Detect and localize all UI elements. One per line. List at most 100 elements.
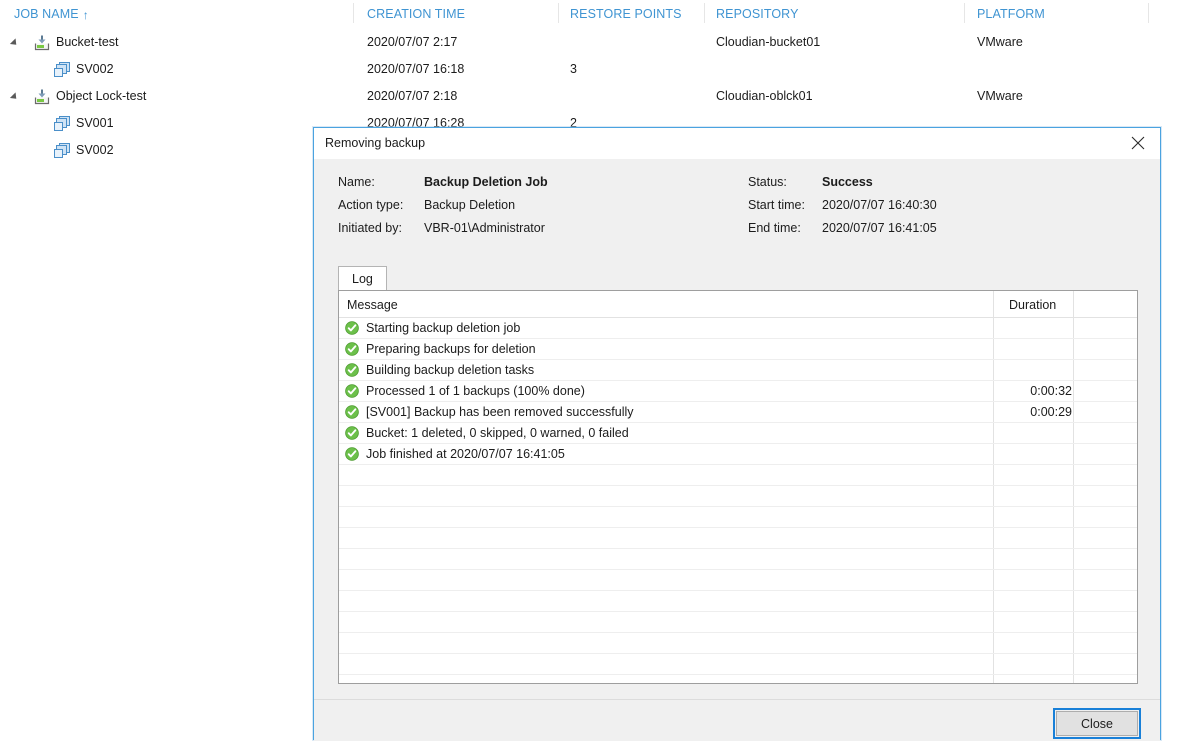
virtual-machine-icon bbox=[54, 143, 71, 159]
log-message: Building backup deletion tasks bbox=[366, 363, 535, 377]
log-row-empty bbox=[339, 654, 1137, 675]
log-row-empty bbox=[339, 633, 1137, 654]
grid-column-header-platform[interactable]: PLATFORM bbox=[977, 7, 1045, 21]
virtual-machine-icon bbox=[54, 62, 71, 78]
log-row-empty bbox=[339, 465, 1137, 486]
table-row[interactable]: Bucket-test 2020/07/07 2:17 Cloudian-bucke… bbox=[0, 30, 1178, 56]
success-check-icon bbox=[345, 363, 359, 377]
log-row-empty bbox=[339, 528, 1137, 549]
job-name-cell: Bucket-test bbox=[56, 35, 119, 49]
creation-time-cell: 2020/07/07 2:17 bbox=[367, 35, 458, 49]
status-badge: Success bbox=[822, 175, 873, 189]
grid-column-header-repository[interactable]: REPOSITORY bbox=[716, 7, 799, 21]
column-separator-3 bbox=[704, 3, 705, 23]
grid-column-header-row: JOB NAME ↑ CREATION TIME RESTORE POINTS REPO… bbox=[0, 0, 1178, 27]
restore-points-cell: 3 bbox=[570, 62, 577, 76]
backup-job-icon bbox=[33, 88, 51, 106]
summary-initiated-by-label: Initiated by: bbox=[338, 221, 402, 235]
vm-name-cell: SV001 bbox=[76, 116, 114, 130]
log-header-separator-2 bbox=[1073, 291, 1074, 318]
log-row[interactable]: Processed 1 of 1 backups (100% done) 0:00… bbox=[339, 381, 1137, 402]
sort-ascending-icon: ↑ bbox=[82, 8, 89, 22]
success-check-icon bbox=[345, 342, 359, 356]
success-check-icon bbox=[345, 426, 359, 440]
summary-initiated-by-value: VBR-01\Administrator bbox=[424, 221, 545, 235]
summary-action-type-label: Action type: bbox=[338, 198, 404, 212]
column-separator-5 bbox=[1148, 3, 1149, 23]
column-separator-1 bbox=[353, 3, 354, 23]
summary-action-type-value: Backup Deletion bbox=[424, 198, 516, 212]
job-name-cell: Object Lock-test bbox=[56, 89, 147, 103]
summary-end-time-value: 2020/07/07 16:41:05 bbox=[822, 221, 937, 235]
column-header-label: RESTORE POINTS bbox=[570, 7, 682, 21]
log-row[interactable]: Job finished at 2020/07/07 16:41:05 bbox=[339, 444, 1137, 465]
log-table: Message Duration Starting backup deletio… bbox=[338, 290, 1138, 684]
job-summary: Name: Backup Deletion Job Action type: B… bbox=[314, 159, 1160, 254]
column-header-label: REPOSITORY bbox=[716, 7, 799, 21]
table-row[interactable]: Object Lock-test 2020/07/07 2:18 Cloudian-… bbox=[0, 84, 1178, 110]
summary-status-label: Status: bbox=[748, 175, 787, 189]
grid-column-header-job-name[interactable]: JOB NAME ↑ bbox=[14, 7, 89, 22]
table-row[interactable]: SV002 2020/07/07 16:18 3 bbox=[0, 57, 1178, 83]
expand-collapse-icon[interactable] bbox=[9, 38, 20, 48]
repository-cell: Cloudian-bucket01 bbox=[716, 35, 821, 49]
footer-divider bbox=[314, 699, 1160, 700]
creation-time-cell: 2020/07/07 16:18 bbox=[367, 62, 465, 76]
summary-end-time-label: End time: bbox=[748, 221, 801, 235]
dialog-title: Removing backup bbox=[325, 136, 426, 150]
success-check-icon bbox=[345, 405, 359, 419]
column-header-label: JOB NAME bbox=[14, 7, 79, 21]
log-header-separator-1 bbox=[993, 291, 994, 318]
log-row-empty bbox=[339, 507, 1137, 528]
log-row-empty bbox=[339, 591, 1137, 612]
log-message: Processed 1 of 1 backups (100% done) bbox=[366, 384, 585, 398]
log-message: [SV001] Backup has been removed successf… bbox=[366, 405, 634, 419]
log-duration: 0:00:29 bbox=[1030, 405, 1072, 419]
log-row-container: Starting backup deletion job Preparing ba… bbox=[339, 318, 1137, 675]
log-column-duration[interactable]: Duration bbox=[1009, 298, 1056, 312]
dialog-titlebar: Removing backup bbox=[314, 128, 1160, 159]
grid-column-header-restore-points[interactable]: RESTORE POINTS bbox=[570, 7, 682, 21]
success-check-icon bbox=[345, 384, 359, 398]
log-row[interactable]: Preparing backups for deletion bbox=[339, 339, 1137, 360]
backup-job-icon bbox=[33, 34, 51, 52]
platform-cell: VMware bbox=[977, 35, 1023, 49]
vm-name-cell: SV002 bbox=[76, 143, 114, 157]
expand-collapse-icon[interactable] bbox=[9, 92, 20, 102]
log-message: Preparing backups for deletion bbox=[366, 342, 536, 356]
summary-name-label: Name: bbox=[338, 175, 375, 189]
vm-name-cell: SV002 bbox=[76, 62, 114, 76]
summary-name-value: Backup Deletion Job bbox=[424, 175, 548, 189]
removing-backup-dialog: Removing backup Name: Backup Deletion Jo… bbox=[313, 127, 1161, 741]
platform-cell: VMware bbox=[977, 89, 1023, 103]
log-row-empty bbox=[339, 549, 1137, 570]
log-message: Starting backup deletion job bbox=[366, 321, 521, 335]
log-row-empty bbox=[339, 612, 1137, 633]
column-header-label: CREATION TIME bbox=[367, 7, 466, 21]
log-row[interactable]: [SV001] Backup has been removed successf… bbox=[339, 402, 1137, 423]
log-row-empty bbox=[339, 570, 1137, 591]
close-icon[interactable] bbox=[1115, 128, 1160, 158]
creation-time-cell: 2020/07/07 2:18 bbox=[367, 89, 458, 103]
tab-log[interactable]: Log bbox=[338, 266, 387, 290]
close-button[interactable]: Close bbox=[1053, 708, 1141, 739]
column-header-label: PLATFORM bbox=[977, 7, 1045, 21]
grid-column-header-creation-time[interactable]: CREATION TIME bbox=[367, 7, 465, 21]
log-table-header: Message Duration bbox=[339, 291, 1137, 318]
virtual-machine-icon bbox=[54, 116, 71, 132]
dialog-tabstrip: Log bbox=[338, 266, 1138, 290]
log-message: Job finished at 2020/07/07 16:41:05 bbox=[366, 447, 565, 461]
column-separator-4 bbox=[964, 3, 965, 23]
repository-cell: Cloudian-oblck01 bbox=[716, 89, 813, 103]
log-column-message[interactable]: Message bbox=[347, 298, 398, 312]
log-message: Bucket: 1 deleted, 0 skipped, 0 warned, … bbox=[366, 426, 629, 440]
log-row[interactable]: Starting backup deletion job bbox=[339, 318, 1137, 339]
log-duration: 0:00:32 bbox=[1030, 384, 1072, 398]
success-check-icon bbox=[345, 321, 359, 335]
column-separator-2 bbox=[558, 3, 559, 23]
summary-start-time-value: 2020/07/07 16:40:30 bbox=[822, 198, 937, 212]
log-row[interactable]: Bucket: 1 deleted, 0 skipped, 0 warned, … bbox=[339, 423, 1137, 444]
log-row[interactable]: Building backup deletion tasks bbox=[339, 360, 1137, 381]
summary-start-time-label: Start time: bbox=[748, 198, 805, 212]
success-check-icon bbox=[345, 447, 359, 461]
